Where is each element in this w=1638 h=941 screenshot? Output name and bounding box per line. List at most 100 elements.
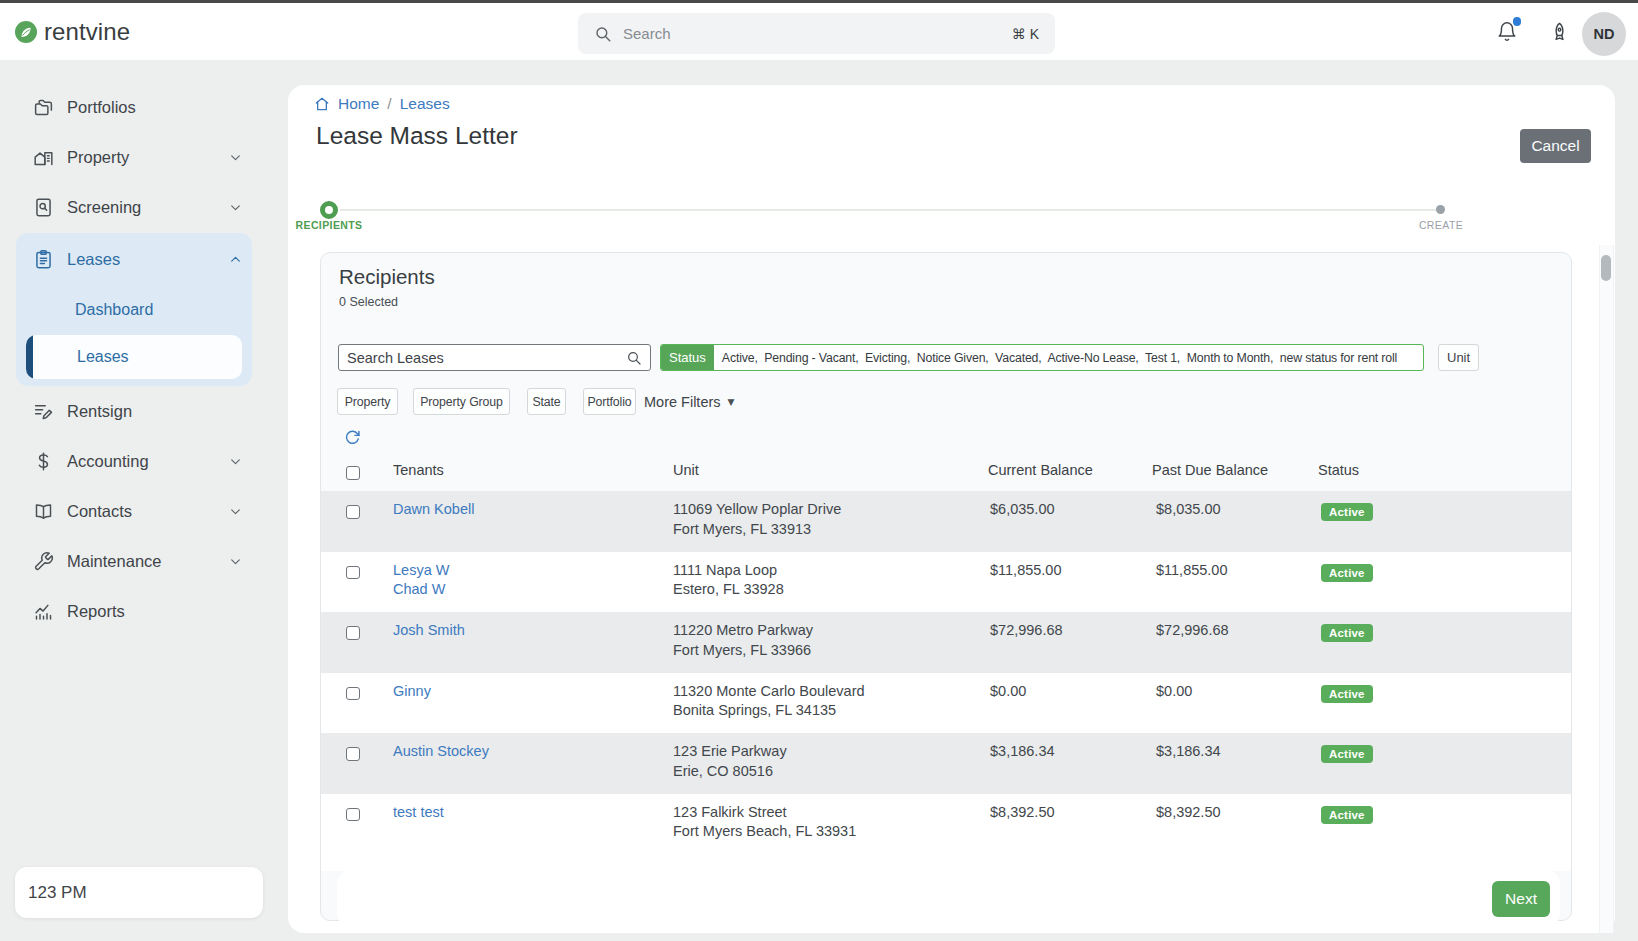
more-filters-dropdown[interactable]: More Filters ▼: [644, 388, 734, 415]
sidebar-item-reports[interactable]: Reports: [0, 586, 268, 636]
property-group-filter-button[interactable]: Property Group: [413, 388, 510, 415]
stepper-step-create-label: CREATE: [1419, 219, 1463, 231]
caret-down-icon: ▼: [728, 397, 735, 407]
column-header-status[interactable]: Status: [1318, 462, 1359, 478]
rentvine-leaf-icon: [14, 20, 38, 44]
tenant-link[interactable]: Austin Stockey: [393, 742, 489, 762]
brand-name: rentvine: [44, 18, 130, 46]
clock-widget[interactable]: 123 PM: [15, 867, 263, 918]
building-icon: [33, 147, 54, 168]
user-avatar[interactable]: ND: [1582, 12, 1626, 56]
sidebar-item-leases[interactable]: Leases: [16, 233, 252, 285]
sidebar: PortfoliosPropertyScreeningLeasesDashboa…: [0, 60, 268, 941]
chevron-up-icon: [229, 253, 242, 266]
property-filter-button[interactable]: Property: [337, 388, 398, 415]
row-checkbox[interactable]: [346, 687, 360, 701]
rocket-icon[interactable]: [1548, 20, 1571, 45]
status-badge: Active: [1321, 685, 1373, 703]
sidebar-item-accounting[interactable]: Accounting: [0, 436, 268, 486]
selected-indicator-bar: [26, 335, 33, 379]
tenant-link[interactable]: Chad W: [393, 580, 449, 600]
select-all-checkbox[interactable]: [346, 466, 360, 480]
current-balance: $8,392.50: [990, 804, 1055, 820]
table-row: Ginny 11320 Monte Carlo BoulevardBonita S…: [321, 673, 1571, 734]
past-due-balance: $11,855.00: [1156, 562, 1228, 578]
unit-filter-button[interactable]: Unit: [1438, 344, 1479, 371]
leases-table-body: Dawn Kobell 11069 Yellow Poplar DriveFort…: [321, 491, 1571, 871]
row-checkbox[interactable]: [346, 808, 360, 822]
current-balance: $0.00: [990, 683, 1026, 699]
sidebar-item-maintenance[interactable]: Maintenance: [0, 536, 268, 586]
column-header-past-due-balance[interactable]: Past Due Balance: [1152, 462, 1268, 478]
sidebar-item-portfolios[interactable]: Portfolios: [0, 82, 268, 132]
row-checkbox[interactable]: [346, 747, 360, 761]
sidebar-subitem-leases-selected[interactable]: Leases: [26, 335, 242, 379]
sidebar-item-contacts[interactable]: Contacts: [0, 486, 268, 536]
column-header-unit[interactable]: Unit: [673, 462, 699, 478]
next-button[interactable]: Next: [1492, 881, 1550, 917]
scrollbar-track[interactable]: [1599, 245, 1614, 933]
search-shortcut: ⌘ K: [1012, 26, 1039, 42]
row-checkbox[interactable]: [346, 626, 360, 640]
row-checkbox[interactable]: [346, 505, 360, 519]
recipients-card: Recipients 0 Selected Search Leases Stat…: [320, 252, 1572, 921]
table-row: Dawn Kobell 11069 Yellow Poplar DriveFort…: [321, 491, 1571, 552]
sidebar-item-screening[interactable]: Screening: [0, 182, 268, 232]
global-search-input[interactable]: Search ⌘ K: [578, 13, 1055, 54]
status-badge: Active: [1321, 806, 1373, 824]
search-leases-input[interactable]: Search Leases: [338, 344, 651, 371]
row-checkbox[interactable]: [346, 566, 360, 580]
tenant-link[interactable]: Josh Smith: [393, 621, 465, 641]
breadcrumb-leases-link[interactable]: Leases: [400, 95, 450, 113]
sidebar-subitem-dashboard[interactable]: Dashboard: [16, 285, 252, 335]
chevron-down-icon: [229, 455, 242, 468]
topbar: rentvine Search ⌘ K ND: [0, 3, 1638, 60]
past-due-balance: $8,392.50: [1156, 804, 1221, 820]
sidebar-item-property[interactable]: Property: [0, 132, 268, 182]
past-due-balance: $3,186.34: [1156, 743, 1221, 759]
stepper-line: [340, 209, 1437, 211]
current-balance: $11,855.00: [990, 562, 1062, 578]
stepper-step-recipients-dot: [320, 201, 338, 219]
sidebar-item-rentsign[interactable]: Rentsign: [0, 386, 268, 436]
current-balance: $72,996.68: [990, 622, 1063, 638]
column-header-current-balance[interactable]: Current Balance: [988, 462, 1093, 478]
unit-address: 123 Erie ParkwayErie, CO 80516: [673, 742, 787, 781]
notification-badge-dot: [1513, 17, 1522, 26]
cancel-button[interactable]: Cancel: [1520, 129, 1591, 163]
unit-address: 1111 Napa LoopEstero, FL 33928: [673, 561, 784, 600]
chevron-down-icon: [229, 555, 242, 568]
book-icon: [33, 501, 54, 522]
tenant-link[interactable]: Ginny: [393, 682, 431, 702]
search-placeholder: Search: [623, 25, 671, 42]
brand-logo[interactable]: rentvine: [14, 18, 130, 46]
chevron-down-icon: [229, 151, 242, 164]
search-icon: [626, 350, 642, 366]
state-filter-button[interactable]: State: [527, 388, 566, 415]
selected-count: 0 Selected: [339, 295, 398, 309]
recipients-heading: Recipients: [339, 265, 435, 289]
status-badge: Active: [1321, 564, 1373, 582]
scrollbar-thumb[interactable]: [1601, 255, 1611, 281]
status-filter-label: Status: [661, 345, 714, 370]
tenant-link[interactable]: Lesya W: [393, 561, 449, 581]
main-content: Home / Leases Lease Mass Letter Cancel R…: [288, 85, 1615, 933]
home-icon[interactable]: [314, 96, 330, 112]
status-filter-chip[interactable]: Status Active, Pending - Vacant, Evictin…: [660, 344, 1424, 371]
tenant-link[interactable]: Dawn Kobell: [393, 500, 474, 520]
unit-address: 11320 Monte Carlo BoulevardBonita Spring…: [673, 682, 865, 721]
refresh-icon[interactable]: [344, 429, 361, 446]
stepper-step-create-dot: [1436, 205, 1445, 214]
status-badge: Active: [1321, 624, 1373, 642]
status-filter-values: Active, Pending - Vacant, Evicting, Noti…: [714, 345, 1397, 370]
stepper-step-recipients-label: RECIPIENTS: [295, 219, 362, 231]
current-balance: $6,035.00: [990, 501, 1055, 517]
chart-icon: [33, 601, 54, 622]
portfolio-filter-button[interactable]: Portfolio: [583, 388, 636, 415]
tenant-link[interactable]: test test: [393, 803, 444, 823]
breadcrumb-home-link[interactable]: Home: [338, 95, 379, 113]
notifications-bell-icon[interactable]: [1496, 19, 1518, 46]
column-header-tenants[interactable]: Tenants: [393, 462, 444, 478]
table-row: test test123 Falkirk StreetFort Myers Be…: [321, 794, 1571, 855]
unit-address: 11069 Yellow Poplar DriveFort Myers, FL …: [673, 500, 841, 539]
